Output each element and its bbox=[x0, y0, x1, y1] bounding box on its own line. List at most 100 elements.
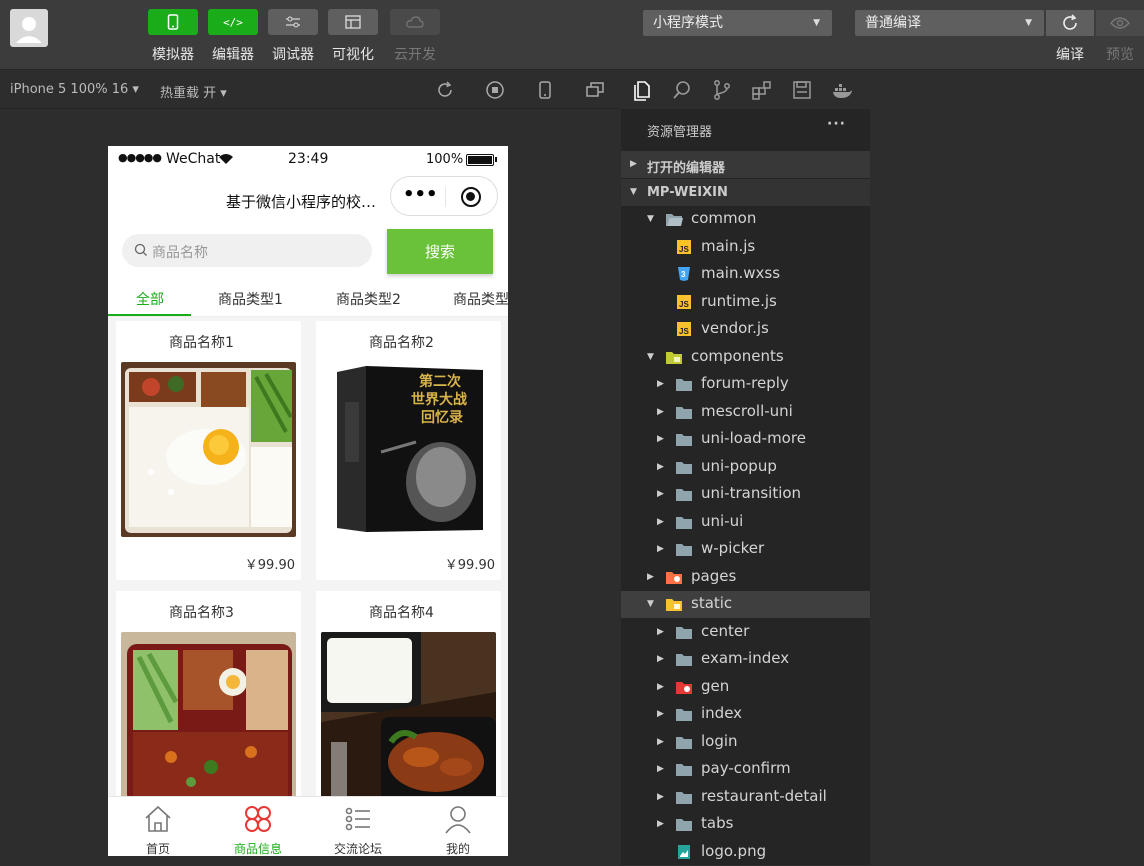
cloud-dev-button[interactable] bbox=[390, 9, 440, 35]
battery-icon bbox=[466, 154, 494, 166]
rotate-icon[interactable] bbox=[435, 80, 455, 100]
tree-folder[interactable]: ▶ w-picker bbox=[621, 536, 870, 563]
explorer-activity-bar bbox=[621, 71, 870, 109]
category-tabs: 全部 商品类型1 商品类型2 商品类型3 bbox=[108, 282, 508, 317]
more-actions-icon[interactable]: ··· bbox=[827, 116, 846, 132]
tabbar-forum[interactable]: 交流论坛 bbox=[308, 803, 408, 856]
active-tab-indicator bbox=[108, 314, 191, 316]
tree-file[interactable]: JS main.js bbox=[621, 234, 870, 261]
tab-type-2[interactable]: 商品类型2 bbox=[336, 289, 401, 309]
preview-button[interactable] bbox=[1096, 10, 1144, 36]
tree-item-label: main.js bbox=[701, 236, 756, 255]
js-file-icon: JS bbox=[677, 239, 691, 254]
tree-folder[interactable]: ▶ index bbox=[621, 701, 870, 728]
folder-icon bbox=[676, 709, 692, 721]
capsule-menu: ••• bbox=[390, 176, 498, 216]
tree-folder[interactable]: ▶ gen bbox=[621, 674, 870, 701]
save-icon[interactable] bbox=[791, 79, 813, 101]
device-select[interactable]: iPhone 5 100% 16 ▾ bbox=[10, 82, 139, 97]
folder-icon bbox=[666, 351, 682, 364]
docker-icon[interactable] bbox=[831, 79, 853, 101]
folder-icon bbox=[676, 489, 692, 501]
status-bar: ●●●●● WeChat 23:49 100% bbox=[108, 146, 508, 174]
more-icon[interactable]: ••• bbox=[403, 184, 438, 205]
tree-folder[interactable]: ▶ forum-reply bbox=[621, 371, 870, 398]
editor-toggle-button[interactable]: </> bbox=[208, 9, 258, 35]
tree-item-label: uni-popup bbox=[701, 456, 777, 475]
tabbar-profile[interactable]: 我的 bbox=[408, 803, 508, 856]
close-miniprogram-icon[interactable] bbox=[461, 187, 481, 207]
simulator-toggle-button[interactable] bbox=[148, 9, 198, 35]
tab-type-3[interactable]: 商品类型3 bbox=[453, 289, 508, 309]
sliders-icon bbox=[286, 16, 300, 28]
folder-icon bbox=[676, 764, 692, 776]
tree-item-label: components bbox=[691, 346, 784, 365]
phone-icon[interactable] bbox=[535, 80, 555, 100]
tree-folder[interactable]: ▶ uni-ui bbox=[621, 509, 870, 536]
extensions-icon[interactable] bbox=[751, 79, 773, 101]
search-icon[interactable] bbox=[671, 79, 693, 101]
svg-text:JS: JS bbox=[679, 300, 689, 309]
debugger-label: 调试器 bbox=[272, 47, 314, 63]
tree-folder[interactable]: ▼ components bbox=[621, 344, 870, 371]
tree-folder[interactable]: ▶ pay-confirm bbox=[621, 756, 870, 783]
file-explorer: 资源管理器 ··· ▶ 打开的编辑器 ▼ MP-WEIXIN ▼ common JS… bbox=[621, 109, 870, 865]
tree-file[interactable]: JS runtime.js bbox=[621, 289, 870, 316]
folder-open-icon bbox=[666, 599, 682, 611]
tree-folder[interactable]: ▶ login bbox=[621, 729, 870, 756]
chevron-right-icon: ▶ bbox=[657, 654, 664, 664]
folder-icon bbox=[676, 461, 692, 474]
refresh-icon bbox=[1063, 14, 1077, 30]
search-button[interactable]: 搜索 bbox=[387, 229, 493, 274]
status-time: 23:49 bbox=[288, 151, 329, 167]
tab-all[interactable]: 全部 bbox=[136, 289, 164, 309]
tabbar-home[interactable]: 首页 bbox=[108, 803, 208, 856]
folder-icon bbox=[676, 379, 692, 391]
user-icon bbox=[445, 806, 471, 834]
compile-mode-select[interactable]: 普通编译 ▼ bbox=[855, 10, 1044, 36]
tree-folder[interactable]: ▼ static bbox=[621, 591, 870, 618]
tree-folder[interactable]: ▶ exam-index bbox=[621, 646, 870, 673]
product-name: 商品名称4 bbox=[369, 605, 434, 621]
chevron-down-icon: ▼ bbox=[813, 18, 820, 28]
product-price: ￥99.90 bbox=[444, 558, 495, 573]
hot-reload-toggle[interactable]: 热重载 开 ▾ bbox=[160, 82, 227, 101]
tabbar-products[interactable]: 商品信息 bbox=[208, 803, 308, 856]
tree-folder[interactable]: ▶ uni-popup bbox=[621, 454, 870, 481]
chevron-down-icon: ▼ bbox=[1025, 18, 1032, 28]
tree-folder[interactable]: ▶ mescroll-uni bbox=[621, 399, 870, 426]
tree-folder[interactable]: ▶ center bbox=[621, 619, 870, 646]
mode-select[interactable]: 小程序模式 ▼ bbox=[643, 10, 832, 36]
tree-folder[interactable]: ▶ uni-load-more bbox=[621, 426, 870, 453]
image-file-icon bbox=[678, 844, 690, 859]
search-input[interactable]: 商品名称 bbox=[122, 234, 372, 267]
tree-folder[interactable]: ▶ uni-transition bbox=[621, 481, 870, 508]
open-editors-section[interactable]: ▶ 打开的编辑器 bbox=[621, 151, 870, 178]
visualize-toggle-button[interactable] bbox=[328, 9, 378, 35]
clover-icon bbox=[245, 806, 271, 832]
tree-folder[interactable]: ▼ common bbox=[621, 206, 870, 233]
folder-icon bbox=[676, 516, 692, 529]
chevron-down-icon: ▼ bbox=[647, 599, 654, 609]
project-root-section[interactable]: ▼ MP-WEIXIN bbox=[621, 179, 870, 206]
stop-icon[interactable] bbox=[485, 80, 505, 100]
files-icon[interactable] bbox=[631, 79, 653, 101]
debugger-toggle-button[interactable] bbox=[268, 9, 318, 35]
compile-button[interactable] bbox=[1046, 10, 1094, 36]
product-image bbox=[121, 632, 296, 807]
tree-folder[interactable]: ▶ pages bbox=[621, 564, 870, 591]
source-control-icon[interactable] bbox=[711, 79, 733, 101]
tree-file[interactable]: 3 main.wxss bbox=[621, 261, 870, 288]
tree-file[interactable]: logo.png bbox=[621, 839, 870, 866]
product-card[interactable]: 商品名称1 ￥99.90 bbox=[116, 321, 301, 580]
tree-folder[interactable]: ▶ tabs bbox=[621, 811, 870, 838]
product-card[interactable]: 商品名称2 第二次 世界大战 回忆录 ￥99.90 bbox=[316, 321, 501, 580]
tab-type-1[interactable]: 商品类型1 bbox=[218, 289, 283, 309]
detach-window-icon[interactable] bbox=[585, 80, 605, 100]
avatar[interactable] bbox=[10, 9, 48, 47]
tree-folder[interactable]: ▶ restaurant-detail bbox=[621, 784, 870, 811]
tree-item-label: uni-transition bbox=[701, 484, 802, 502]
wifi-icon bbox=[219, 154, 233, 164]
tree-file[interactable]: JS vendor.js bbox=[621, 316, 870, 343]
chevron-down-icon: ▼ bbox=[630, 187, 637, 197]
